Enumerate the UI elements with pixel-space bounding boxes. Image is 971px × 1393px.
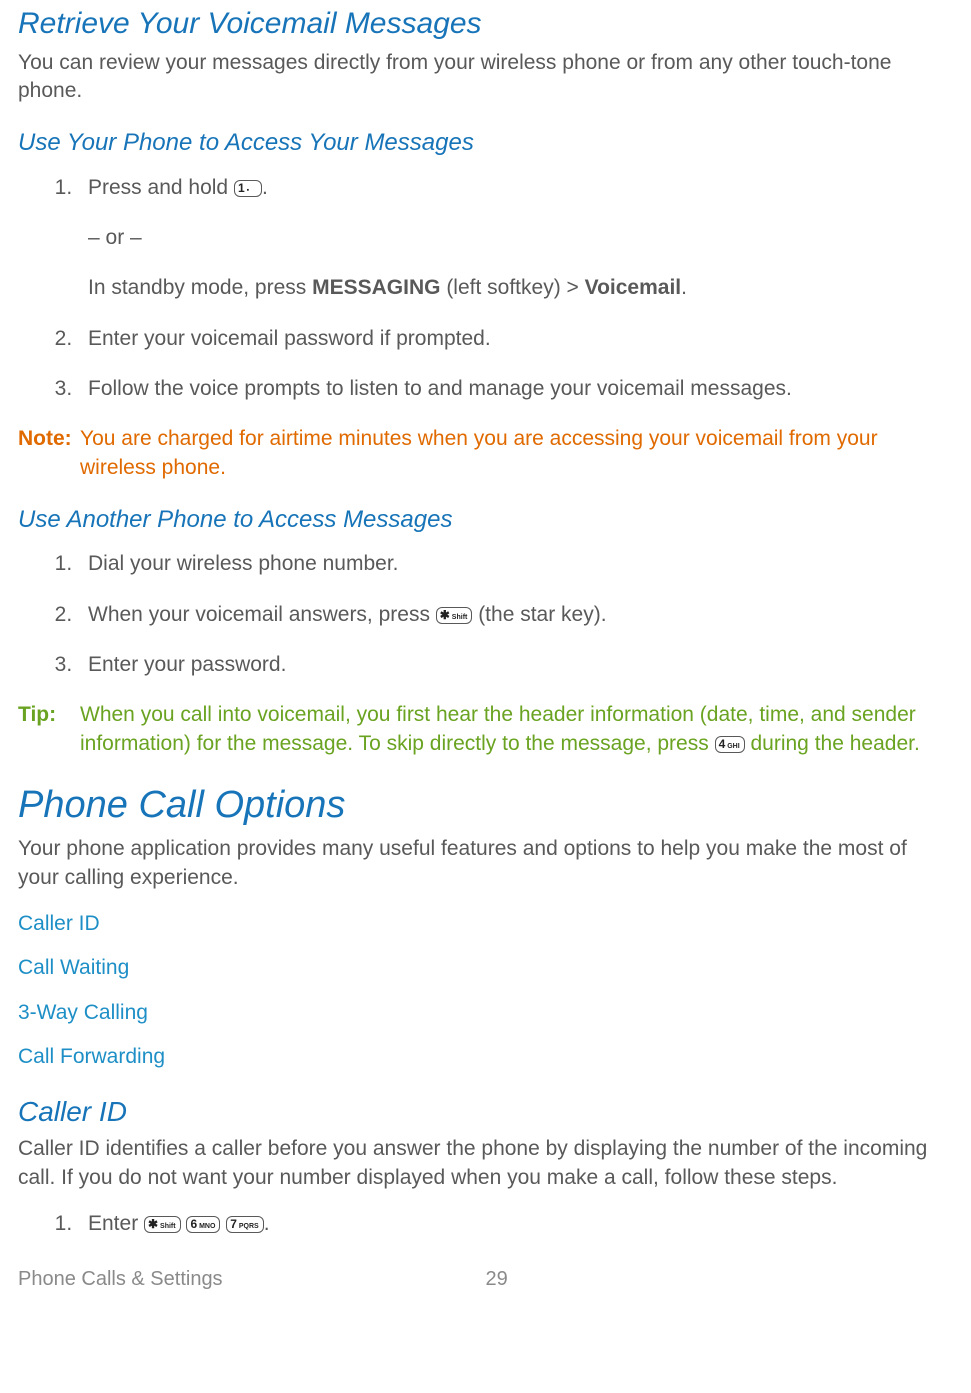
link-caller-id[interactable]: Caller ID: [18, 910, 953, 938]
text: In standby mode, press: [88, 276, 312, 299]
note-body: You are charged for airtime minutes when…: [80, 425, 953, 482]
menu-messaging: MESSAGING: [312, 276, 440, 299]
heading-use-another: Use Another Phone to Access Messages: [18, 504, 953, 536]
step-text: (the star key).: [472, 603, 606, 626]
tip-callout: Tip: When you call into voicemail, you f…: [18, 701, 953, 758]
phone-options-intro: Your phone application provides many use…: [18, 835, 953, 892]
note-callout: Note: You are charged for airtime minute…: [18, 425, 953, 482]
key-1-icon: 1 ▪: [234, 180, 262, 197]
step-item: Enter ✱ Shift 6 MNO 7 PQRS.: [78, 1210, 953, 1238]
heading-use-your-phone: Use Your Phone to Access Your Messages: [18, 127, 953, 159]
step-or: – or –: [88, 224, 953, 252]
key-7-icon: 7 PQRS: [226, 1216, 263, 1233]
step-text: Enter: [88, 1212, 144, 1235]
page-footer: Phone Calls & Settings 29: [18, 1266, 953, 1293]
heading-retrieve: Retrieve Your Voicemail Messages: [18, 4, 953, 45]
text: during the header.: [745, 732, 920, 755]
steps-caller-id: Enter ✱ Shift 6 MNO 7 PQRS.: [36, 1210, 953, 1238]
step-item: Enter your password.: [78, 651, 953, 679]
step-item: Press and hold 1 ▪. – or – In standby mo…: [78, 174, 953, 303]
steps-use-your-phone: Press and hold 1 ▪. – or – In standby mo…: [36, 174, 953, 404]
text: .: [681, 276, 687, 299]
section-links: Caller ID Call Waiting 3-Way Calling Cal…: [18, 910, 953, 1071]
step-item: Dial your wireless phone number.: [78, 550, 953, 578]
key-4-icon: 4 GHI: [715, 736, 745, 753]
caller-id-intro: Caller ID identifies a caller before you…: [18, 1135, 953, 1192]
step-text: Press and hold: [88, 176, 234, 199]
key-star-icon: ✱ Shift: [436, 607, 473, 624]
link-3way-calling[interactable]: 3-Way Calling: [18, 999, 953, 1027]
step-item: Enter your voicemail password if prompte…: [78, 325, 953, 353]
note-label: Note:: [18, 425, 80, 453]
link-call-forwarding[interactable]: Call Forwarding: [18, 1043, 953, 1071]
steps-use-another: Dial your wireless phone number. When yo…: [36, 550, 953, 679]
menu-voicemail: Voicemail: [585, 276, 682, 299]
retrieve-intro: You can review your messages directly fr…: [18, 49, 953, 106]
key-star-icon: ✱ Shift: [144, 1216, 181, 1233]
step-alt: In standby mode, press MESSAGING (left s…: [88, 274, 953, 302]
step-item: When your voicemail answers, press ✱ Shi…: [78, 601, 953, 629]
footer-section: Phone Calls & Settings: [18, 1266, 486, 1293]
step-text: When your voicemail answers, press: [88, 603, 436, 626]
step-item: Follow the voice prompts to listen to an…: [78, 375, 953, 403]
tip-label: Tip:: [18, 701, 80, 729]
link-call-waiting[interactable]: Call Waiting: [18, 954, 953, 982]
heading-phone-options: Phone Call Options: [18, 780, 953, 831]
key-6-icon: 6 MNO: [186, 1216, 220, 1233]
heading-caller-id: Caller ID: [18, 1093, 953, 1131]
tip-body: When you call into voicemail, you first …: [80, 701, 953, 758]
footer-page-number: 29: [486, 1266, 954, 1293]
text: (left softkey) >: [440, 276, 584, 299]
step-text: .: [264, 1212, 270, 1235]
step-text: .: [262, 176, 268, 199]
